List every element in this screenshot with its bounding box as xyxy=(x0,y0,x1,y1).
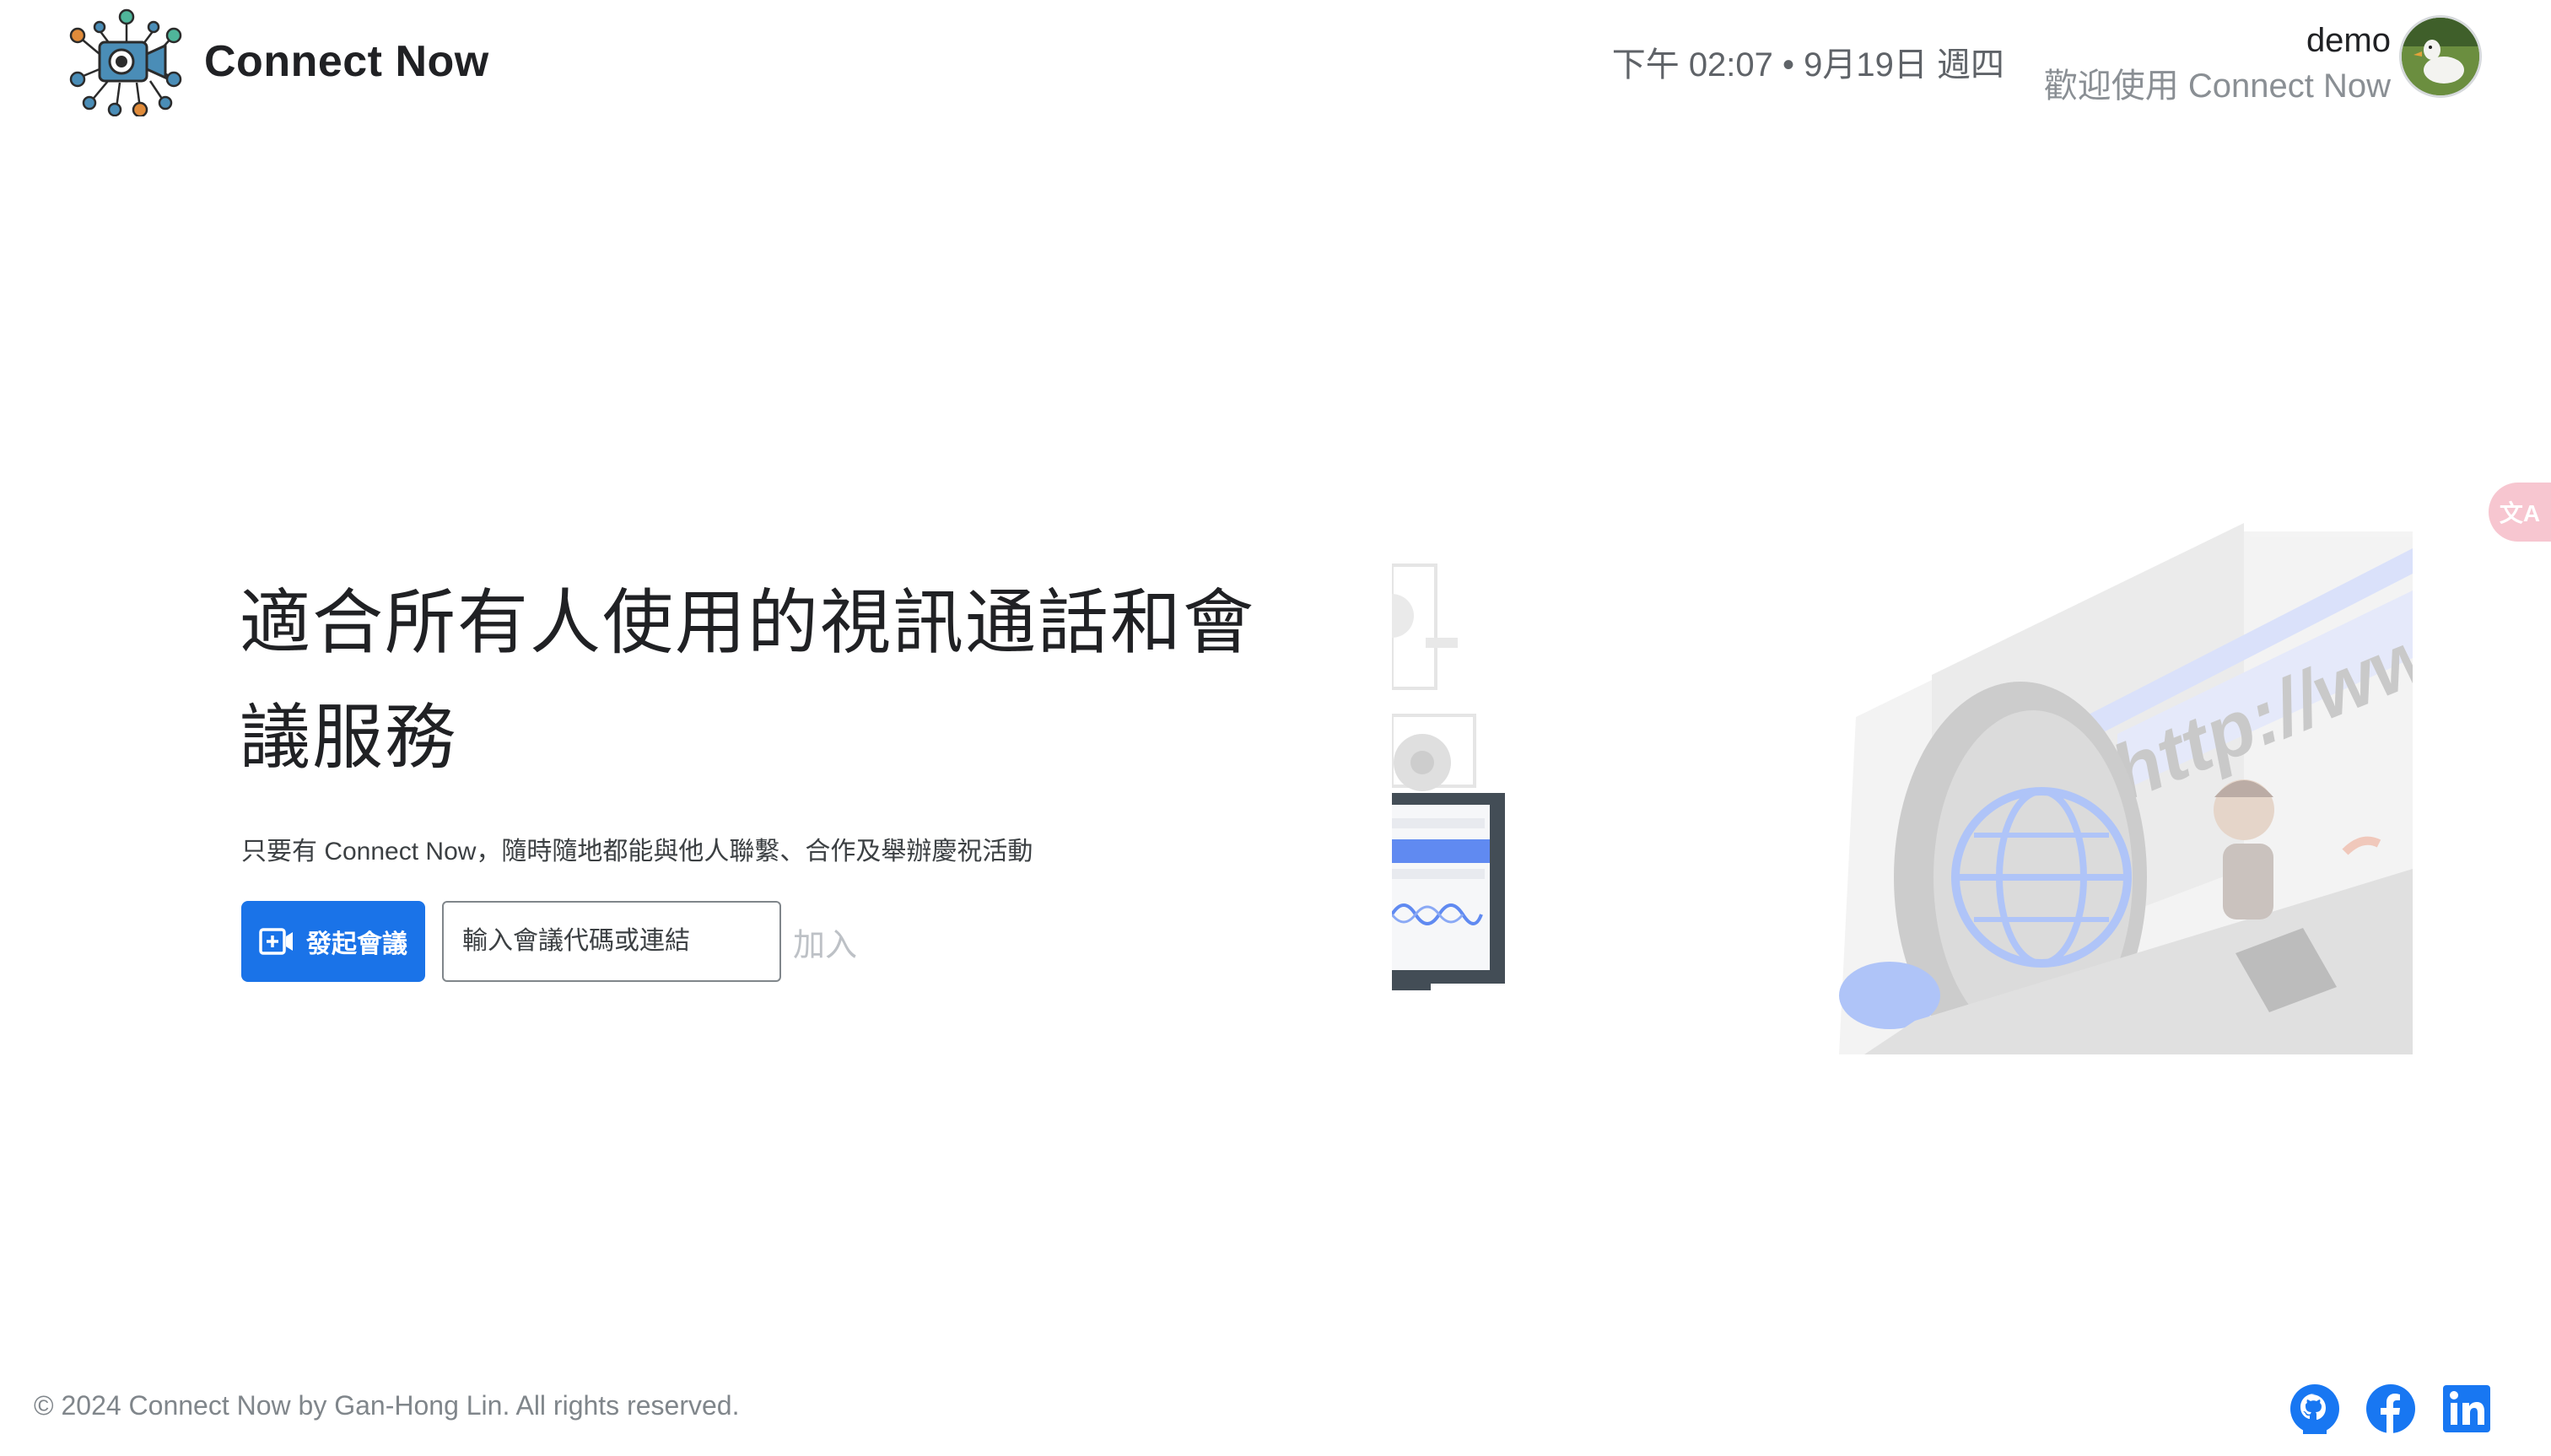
user-info: demo 歡迎使用 Connect Now xyxy=(2044,19,2391,108)
translate-icon: 文A xyxy=(2499,500,2541,526)
social-links xyxy=(2289,1383,2492,1434)
duck-avatar-icon xyxy=(2402,18,2479,95)
copyright-text: © 2024 Connect Now by Gan-Hong Lin. All … xyxy=(34,1390,740,1421)
linkedin-icon[interactable] xyxy=(2441,1383,2492,1434)
app-root: Connect Now 下午 02:07 • 9月19日 週四 demo 歡迎使… xyxy=(0,0,2551,1456)
hero-subtitle: 只要有 Connect Now，隨時隨地都能與他人聯繫、合作及舉辦慶祝活動 xyxy=(241,838,1033,866)
github-icon[interactable] xyxy=(2289,1383,2340,1434)
new-meeting-button[interactable]: 發起會議 xyxy=(241,901,425,982)
date-time: 下午 02:07 • 9月19日 週四 xyxy=(1611,46,2004,84)
avatar[interactable] xyxy=(2399,15,2482,98)
join-button[interactable]: 加入 xyxy=(790,919,860,965)
meeting-code-input[interactable] xyxy=(442,901,781,982)
new-meeting-label: 發起會議 xyxy=(306,930,407,958)
welcome-text: 歡迎使用 Connect Now xyxy=(2043,67,2391,105)
brand[interactable]: Connect Now xyxy=(66,7,489,116)
facebook-icon[interactable] xyxy=(2365,1383,2416,1434)
meeting-actions: 發起會議 加入 xyxy=(241,901,860,982)
video-plus-icon xyxy=(259,928,293,955)
translate-button[interactable]: 文A xyxy=(2489,483,2551,542)
video-camera-network-icon xyxy=(69,8,182,116)
hero-title: 適合所有人使用的視訊通話和會議服務 xyxy=(240,583,1256,777)
brand-name: Connect Now xyxy=(204,37,489,86)
hero-illustration: http://www xyxy=(1392,523,2413,1054)
user-name: demo xyxy=(2306,22,2391,59)
